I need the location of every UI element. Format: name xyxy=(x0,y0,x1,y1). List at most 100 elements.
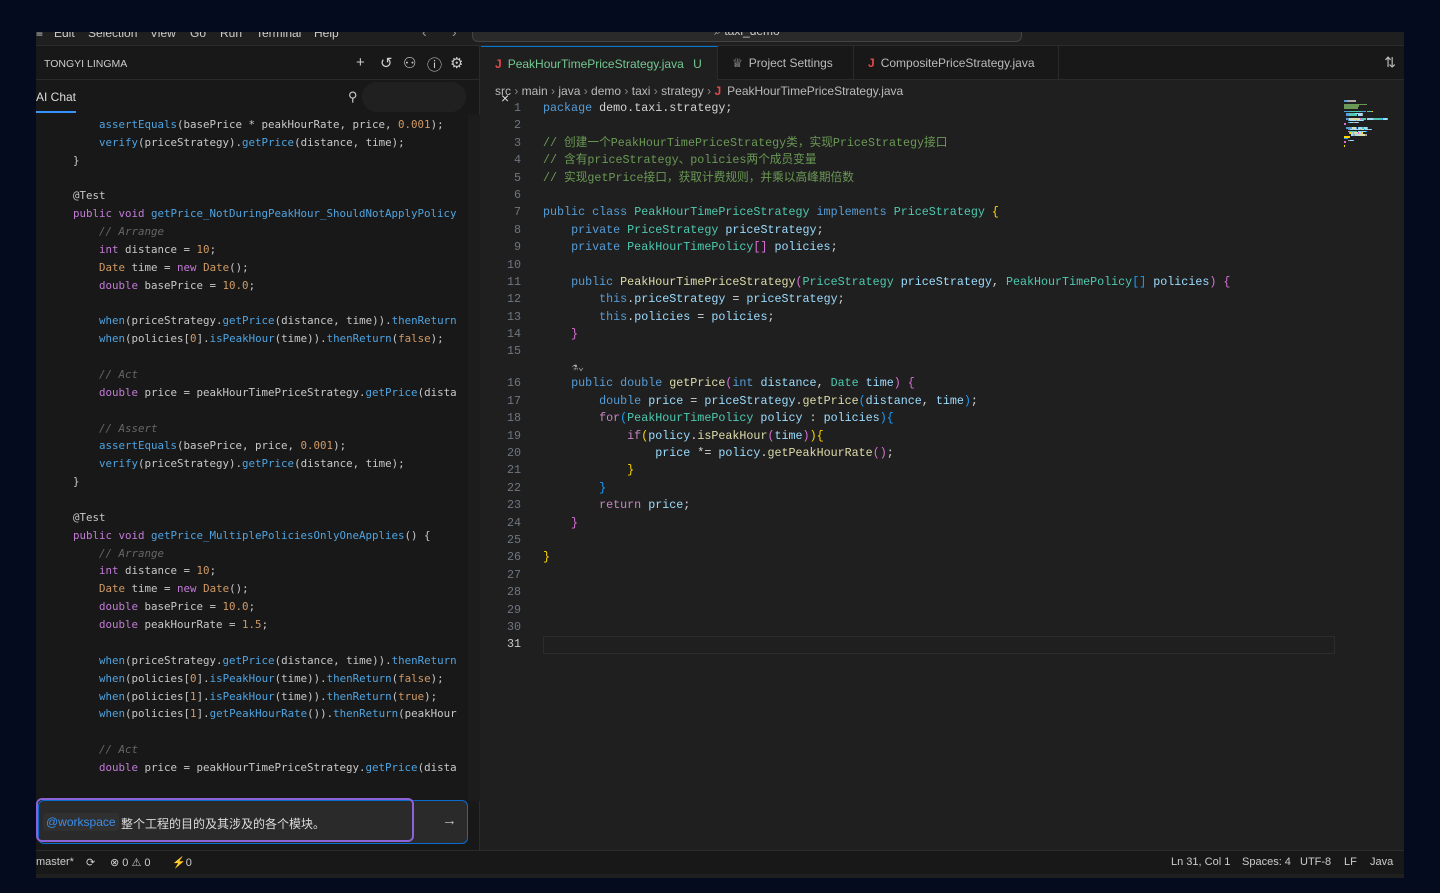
editor-area: J PeakHourTimePriceStrategy.java U × ♕ Pro… xyxy=(481,46,1404,850)
tab-compositepricestrategy[interactable]: J CompositePriceStrategy.java xyxy=(854,46,1059,80)
code-line: double price = peakHourTimePriceStrategy… xyxy=(47,384,468,402)
chevron-right-icon: › xyxy=(580,84,592,98)
code-token: this xyxy=(599,292,628,307)
breadcrumb-item[interactable]: java xyxy=(558,84,580,98)
code-token: Date xyxy=(99,582,126,596)
code-token: policy xyxy=(753,411,803,426)
minimap-mark xyxy=(1373,118,1382,120)
plus-icon[interactable]: + xyxy=(356,54,365,71)
code-token: 10 xyxy=(196,564,210,578)
code-line: when(policies[0].isPeakHour(time)).thenR… xyxy=(47,330,468,348)
breadcrumb-item[interactable]: main xyxy=(522,84,548,98)
code-lens[interactable]: ⚗⌄ xyxy=(481,361,1379,376)
line-ending[interactable]: LF xyxy=(1344,856,1357,868)
code-token: isPeakHour xyxy=(209,332,275,346)
language-mode[interactable]: Java xyxy=(1370,856,1393,868)
code-editor[interactable]: 1 package demo.taxi.strategy; 2 3// 创建一个Pea… xyxy=(481,100,1379,654)
command-center-search[interactable]: ⌕ taxi_demo xyxy=(472,32,1022,42)
code-token: new xyxy=(177,260,204,274)
code-token: @Test xyxy=(47,510,106,524)
code-token: for xyxy=(599,411,621,426)
code-line: assertEquals(basePrice * peakHourRate, p… xyxy=(47,116,468,134)
chat-input[interactable]: @workspace 整个工程的目的及其涉及的各个模块。 → xyxy=(38,800,468,844)
line-content: if(policy.isPeakHour(time)){ xyxy=(543,428,823,445)
code-token: return xyxy=(599,498,642,513)
menu-item-selection[interactable]: Selection xyxy=(88,32,137,40)
problems-indicator[interactable]: ⊗ 0 ⚠ 0 xyxy=(110,856,151,869)
code-token: : xyxy=(802,411,824,426)
history-icon[interactable]: ↺ xyxy=(380,54,393,72)
chat-scrollbar[interactable] xyxy=(468,115,480,801)
code-token: } xyxy=(543,463,635,478)
tab-label: PeakHourTimePriceStrategy.java xyxy=(507,57,684,71)
breadcrumb-item[interactable]: taxi xyxy=(632,84,651,98)
feedback-icon[interactable]: ⚇ xyxy=(403,54,416,72)
menu-item-file[interactable]: ≡ xyxy=(36,32,43,40)
code-token: PeakHourTimePriceStrategy xyxy=(620,274,796,289)
code-token: ; xyxy=(970,393,978,408)
minimap-mark xyxy=(1358,134,1366,136)
code-token: public void xyxy=(73,207,152,221)
ports-indicator[interactable]: ⚡0 xyxy=(172,856,192,869)
code-line: when(policies[1].getPeakHourRate()).then… xyxy=(47,705,468,723)
git-branch[interactable]: master* xyxy=(36,856,74,868)
code-token: assertEquals xyxy=(99,118,178,131)
line-content: public class PeakHourTimePriceStrategy i… xyxy=(543,204,999,221)
code-token: distance xyxy=(753,376,817,391)
forward-arrow-icon[interactable]: › xyxy=(452,32,457,40)
tab-peakhourtimepricestrategy[interactable]: J PeakHourTimePriceStrategy.java U × xyxy=(481,46,718,106)
menu-item-help[interactable]: Help xyxy=(314,32,339,40)
line-content: // 实现getPrice接口，获取计费规则，并乘以高峰期倍数 xyxy=(543,170,854,187)
code-line: 17 double price = priceStrategy.getPrice… xyxy=(481,393,1379,410)
encoding[interactable]: UTF-8 xyxy=(1300,856,1331,868)
line-number: 8 xyxy=(513,222,521,237)
line-number: 21 xyxy=(506,463,521,478)
menu-item-edit[interactable]: Edit xyxy=(54,32,75,40)
breadcrumb-item[interactable]: PeakHourTimePriceStrategy.java xyxy=(727,84,903,98)
workspace-mention-chip[interactable]: @workspace xyxy=(43,813,119,831)
arrow-right-icon[interactable]: → xyxy=(442,812,457,829)
gear-icon[interactable]: ⚙ xyxy=(450,54,463,72)
sync-icon[interactable]: ⟳ xyxy=(86,856,95,869)
code-line: @Test xyxy=(47,509,468,527)
user-icon[interactable]: ⚲ xyxy=(348,89,358,105)
code-token: when xyxy=(99,314,126,328)
code-token: // Arrange xyxy=(47,546,165,560)
tab-project-settings[interactable]: ♕ Project Settings xyxy=(718,46,854,80)
lingma-action-icon[interactable]: ⚗⌄ xyxy=(572,362,584,374)
compare-changes-icon[interactable]: ⇅ xyxy=(1384,54,1396,71)
breadcrumb-item[interactable]: demo xyxy=(591,84,621,98)
code-token: PeakHourTimePolicy xyxy=(627,240,754,255)
menu-item-view[interactable]: View xyxy=(150,32,176,40)
model-selector[interactable] xyxy=(362,82,466,112)
menu-item-terminal[interactable]: Terminal xyxy=(256,32,301,40)
breadcrumb-item[interactable]: strategy xyxy=(661,84,704,98)
ide-window: ≡ Edit Selection View Go Run Terminal He… xyxy=(36,32,1404,878)
menu-item-run[interactable]: Run xyxy=(220,32,242,40)
code-line: 1 package demo.taxi.strategy; xyxy=(481,100,1379,117)
menu-item-go[interactable]: Go xyxy=(190,32,206,40)
code-token: getPrice xyxy=(802,393,859,408)
code-token: ) xyxy=(802,428,810,443)
code-token: priceStrategy xyxy=(746,292,838,307)
minimap-mark xyxy=(1344,141,1347,143)
help-icon[interactable]: ⓘ xyxy=(427,54,442,75)
code-token: true xyxy=(398,689,425,703)
chat-input-text[interactable]: 整个工程的目的及其涉及的各个模块。 xyxy=(121,815,325,832)
code-line: 26} xyxy=(481,549,1379,566)
back-arrow-icon[interactable]: ‹ xyxy=(422,32,427,40)
code-line: 25 xyxy=(481,532,1379,549)
minimap[interactable] xyxy=(1344,100,1404,160)
code-token: distance = xyxy=(118,564,197,578)
indentation[interactable]: Spaces: 4 xyxy=(1242,856,1291,868)
cursor-position[interactable]: Ln 31, Col 1 xyxy=(1171,856,1230,868)
minimap-mark xyxy=(1349,114,1358,116)
line-number: 10 xyxy=(506,257,521,272)
tab-ai-chat[interactable]: AI Chat xyxy=(36,90,76,104)
line-number: 30 xyxy=(506,619,521,634)
code-token: 0.001 xyxy=(300,439,334,453)
